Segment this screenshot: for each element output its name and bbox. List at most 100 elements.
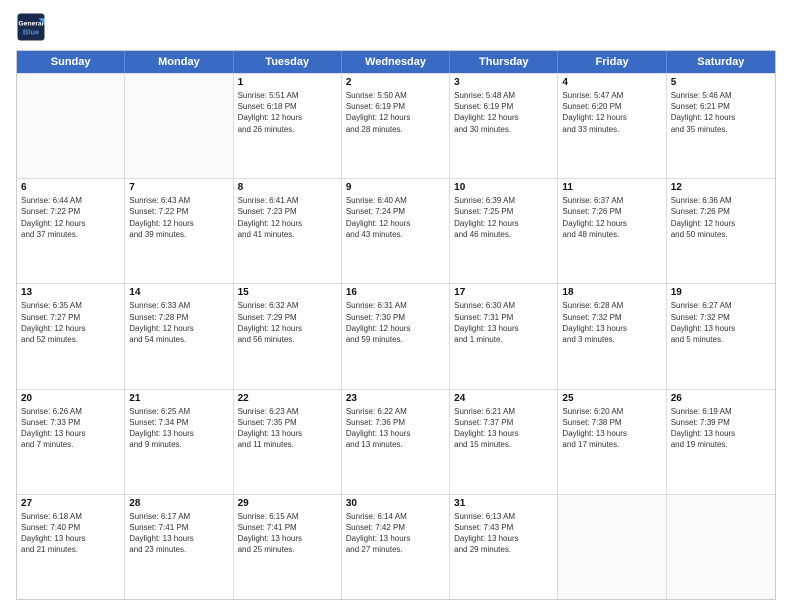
- calendar-cell: 2Sunrise: 5:50 AMSunset: 6:19 PMDaylight…: [342, 74, 450, 178]
- day-number: 11: [562, 182, 661, 193]
- cell-line: Sunset: 7:22 PM: [21, 206, 120, 217]
- cell-line: Sunrise: 6:13 AM: [454, 511, 553, 522]
- calendar-cell: [17, 74, 125, 178]
- cell-line: Daylight: 12 hours: [454, 112, 553, 123]
- cell-line: Daylight: 13 hours: [671, 323, 771, 334]
- calendar-row: 27Sunrise: 6:18 AMSunset: 7:40 PMDayligh…: [17, 494, 775, 599]
- cell-line: Sunset: 7:24 PM: [346, 206, 445, 217]
- cell-line: and 39 minutes.: [129, 229, 228, 240]
- header-day-sunday: Sunday: [17, 51, 125, 73]
- cell-line: Daylight: 12 hours: [346, 323, 445, 334]
- cell-line: Sunrise: 6:28 AM: [562, 300, 661, 311]
- cell-line: and 15 minutes.: [454, 439, 553, 450]
- day-number: 16: [346, 287, 445, 298]
- day-number: 29: [238, 498, 337, 509]
- header-day-thursday: Thursday: [450, 51, 558, 73]
- cell-line: Sunset: 7:34 PM: [129, 417, 228, 428]
- day-number: 14: [129, 287, 228, 298]
- cell-line: Sunrise: 6:36 AM: [671, 195, 771, 206]
- cell-line: Sunrise: 6:44 AM: [21, 195, 120, 206]
- day-number: 10: [454, 182, 553, 193]
- cell-line: Sunrise: 5:47 AM: [562, 90, 661, 101]
- day-number: 19: [671, 287, 771, 298]
- day-number: 2: [346, 77, 445, 88]
- cell-line: Sunset: 7:39 PM: [671, 417, 771, 428]
- cell-line: and 41 minutes.: [238, 229, 337, 240]
- day-number: 4: [562, 77, 661, 88]
- cell-line: Daylight: 12 hours: [21, 218, 120, 229]
- cell-line: Sunrise: 6:14 AM: [346, 511, 445, 522]
- header-day-saturday: Saturday: [667, 51, 775, 73]
- cell-line: Daylight: 12 hours: [671, 218, 771, 229]
- cell-line: Daylight: 13 hours: [454, 428, 553, 439]
- cell-line: Sunrise: 6:43 AM: [129, 195, 228, 206]
- cell-line: Daylight: 12 hours: [454, 218, 553, 229]
- cell-line: and 23 minutes.: [129, 544, 228, 555]
- day-number: 13: [21, 287, 120, 298]
- cell-line: and 9 minutes.: [129, 439, 228, 450]
- calendar-cell: 24Sunrise: 6:21 AMSunset: 7:37 PMDayligh…: [450, 390, 558, 494]
- cell-line: and 19 minutes.: [671, 439, 771, 450]
- calendar-cell: 3Sunrise: 5:48 AMSunset: 6:19 PMDaylight…: [450, 74, 558, 178]
- calendar-cell: 22Sunrise: 6:23 AMSunset: 7:35 PMDayligh…: [234, 390, 342, 494]
- calendar-cell: 6Sunrise: 6:44 AMSunset: 7:22 PMDaylight…: [17, 179, 125, 283]
- calendar-body: 1Sunrise: 5:51 AMSunset: 6:18 PMDaylight…: [17, 73, 775, 599]
- cell-line: Sunrise: 6:31 AM: [346, 300, 445, 311]
- cell-line: Sunrise: 6:20 AM: [562, 406, 661, 417]
- cell-line: Daylight: 13 hours: [454, 533, 553, 544]
- cell-line: Sunset: 7:38 PM: [562, 417, 661, 428]
- cell-line: and 28 minutes.: [346, 124, 445, 135]
- day-number: 22: [238, 393, 337, 404]
- logo-icon: General Blue: [16, 12, 46, 42]
- cell-line: Sunset: 7:31 PM: [454, 312, 553, 323]
- cell-line: Sunset: 7:29 PM: [238, 312, 337, 323]
- cell-line: Daylight: 13 hours: [21, 428, 120, 439]
- cell-line: Daylight: 13 hours: [562, 323, 661, 334]
- day-number: 30: [346, 498, 445, 509]
- calendar-cell: 30Sunrise: 6:14 AMSunset: 7:42 PMDayligh…: [342, 495, 450, 599]
- day-number: 15: [238, 287, 337, 298]
- calendar-cell: 15Sunrise: 6:32 AMSunset: 7:29 PMDayligh…: [234, 284, 342, 388]
- svg-text:Blue: Blue: [23, 28, 39, 37]
- cell-line: Daylight: 13 hours: [346, 428, 445, 439]
- cell-line: Daylight: 12 hours: [238, 112, 337, 123]
- cell-line: Daylight: 13 hours: [129, 428, 228, 439]
- calendar-cell: [125, 74, 233, 178]
- cell-line: Sunrise: 6:37 AM: [562, 195, 661, 206]
- cell-line: and 48 minutes.: [562, 229, 661, 240]
- calendar-cell: 23Sunrise: 6:22 AMSunset: 7:36 PMDayligh…: [342, 390, 450, 494]
- cell-line: and 30 minutes.: [454, 124, 553, 135]
- calendar-cell: 27Sunrise: 6:18 AMSunset: 7:40 PMDayligh…: [17, 495, 125, 599]
- cell-line: Daylight: 13 hours: [238, 428, 337, 439]
- cell-line: and 35 minutes.: [671, 124, 771, 135]
- cell-line: Sunrise: 6:19 AM: [671, 406, 771, 417]
- calendar-cell: 28Sunrise: 6:17 AMSunset: 7:41 PMDayligh…: [125, 495, 233, 599]
- day-number: 1: [238, 77, 337, 88]
- calendar-cell: 4Sunrise: 5:47 AMSunset: 6:20 PMDaylight…: [558, 74, 666, 178]
- cell-line: Sunset: 7:36 PM: [346, 417, 445, 428]
- day-number: 23: [346, 393, 445, 404]
- cell-line: Daylight: 12 hours: [346, 218, 445, 229]
- cell-line: Sunset: 7:28 PM: [129, 312, 228, 323]
- calendar-cell: 5Sunrise: 5:46 AMSunset: 6:21 PMDaylight…: [667, 74, 775, 178]
- calendar: SundayMondayTuesdayWednesdayThursdayFrid…: [16, 50, 776, 600]
- cell-line: Sunset: 7:41 PM: [238, 522, 337, 533]
- cell-line: Sunset: 7:27 PM: [21, 312, 120, 323]
- cell-line: Sunset: 7:43 PM: [454, 522, 553, 533]
- calendar-cell: 11Sunrise: 6:37 AMSunset: 7:26 PMDayligh…: [558, 179, 666, 283]
- cell-line: and 26 minutes.: [238, 124, 337, 135]
- cell-line: Sunset: 6:19 PM: [346, 101, 445, 112]
- day-number: 20: [21, 393, 120, 404]
- cell-line: and 5 minutes.: [671, 334, 771, 345]
- calendar-cell: 21Sunrise: 6:25 AMSunset: 7:34 PMDayligh…: [125, 390, 233, 494]
- cell-line: Sunset: 7:25 PM: [454, 206, 553, 217]
- header-day-tuesday: Tuesday: [234, 51, 342, 73]
- header-day-wednesday: Wednesday: [342, 51, 450, 73]
- cell-line: Sunset: 7:40 PM: [21, 522, 120, 533]
- day-number: 21: [129, 393, 228, 404]
- calendar-cell: 7Sunrise: 6:43 AMSunset: 7:22 PMDaylight…: [125, 179, 233, 283]
- day-number: 18: [562, 287, 661, 298]
- cell-line: Daylight: 13 hours: [238, 533, 337, 544]
- cell-line: and 37 minutes.: [21, 229, 120, 240]
- day-number: 31: [454, 498, 553, 509]
